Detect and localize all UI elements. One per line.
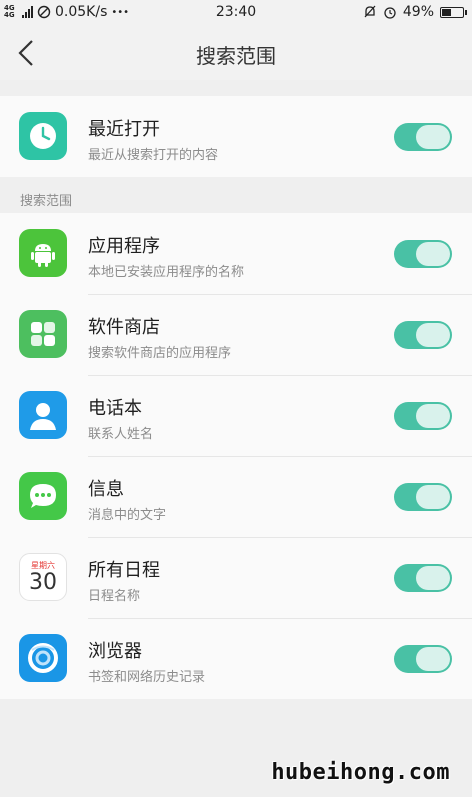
recent-title: 最近打开 [88, 119, 160, 140]
status-bar: 4G 4G 0.05K/s ••• 23:40 49% [0, 0, 472, 26]
source-title: 电话本 [88, 398, 142, 419]
android-icon [19, 229, 67, 277]
source-title: 软件商店 [88, 317, 160, 338]
source-subtitle: 日程名称 [88, 589, 141, 604]
source-title: 所有日程 [88, 560, 160, 581]
calendar-day: 30 [29, 570, 57, 595]
status-right: 49% [363, 4, 467, 20]
recent-row[interactable]: 最近打开 最近从搜索打开的内容 [0, 96, 472, 177]
store-toggle[interactable] [394, 321, 452, 349]
battery-percent: 49% [402, 4, 434, 20]
source-title: 浏览器 [88, 641, 142, 662]
browser-toggle[interactable] [394, 645, 452, 673]
source-title: 信息 [88, 479, 124, 500]
watermark: hubeihong.com [271, 760, 450, 785]
mute-icon [364, 5, 376, 18]
source-row-browser[interactable]: 浏览器 书签和网络历史记录 [0, 618, 472, 699]
source-row-messages[interactable]: 信息 消息中的文字 [0, 456, 472, 537]
page-title: 搜索范围 [196, 44, 276, 68]
browser-icon [19, 634, 67, 682]
source-subtitle: 本地已安装应用程序的名称 [88, 265, 245, 280]
source-title: 应用程序 [88, 236, 160, 257]
toggle-knob [416, 404, 450, 428]
toggle-knob [416, 323, 450, 347]
source-subtitle: 消息中的文字 [88, 508, 167, 523]
app-store-icon [19, 310, 67, 358]
source-row-store[interactable]: 软件商店 搜索软件商店的应用程序 [0, 294, 472, 375]
sources-card: 应用程序 本地已安装应用程序的名称 软件商店 搜索软件商店的应用程序 电话本 联… [0, 213, 472, 699]
toggle-knob [416, 125, 450, 149]
header: 搜索范围 [0, 26, 472, 80]
source-row-apps[interactable]: 应用程序 本地已安装应用程序的名称 [0, 213, 472, 294]
battery-icon [440, 6, 467, 18]
contacts-toggle[interactable] [394, 402, 452, 430]
toggle-knob [416, 566, 450, 590]
messages-toggle[interactable] [394, 483, 452, 511]
source-subtitle: 搜索软件商店的应用程序 [88, 346, 232, 361]
recent-card: 最近打开 最近从搜索打开的内容 [0, 96, 472, 177]
section-label: 搜索范围 [20, 194, 73, 209]
back-button[interactable] [14, 38, 40, 68]
calendar-icon: 星期六 30 [19, 553, 67, 601]
contact-icon [19, 391, 67, 439]
source-subtitle: 联系人姓名 [88, 427, 154, 442]
source-row-calendar[interactable]: 星期六 30 所有日程 日程名称 [0, 537, 472, 618]
recent-toggle[interactable] [394, 123, 452, 151]
source-row-contacts[interactable]: 电话本 联系人姓名 [0, 375, 472, 456]
apps-toggle[interactable] [394, 240, 452, 268]
source-subtitle: 书签和网络历史记录 [88, 670, 206, 685]
toggle-knob [416, 242, 450, 266]
toggle-knob [416, 647, 450, 671]
message-icon [19, 472, 67, 520]
chevron-left-icon [18, 40, 33, 66]
clock-icon [19, 112, 67, 160]
recent-subtitle: 最近从搜索打开的内容 [88, 148, 219, 163]
battery-level [442, 8, 451, 16]
toggle-knob [416, 485, 450, 509]
calendar-toggle[interactable] [394, 564, 452, 592]
alarm-icon [384, 7, 396, 19]
